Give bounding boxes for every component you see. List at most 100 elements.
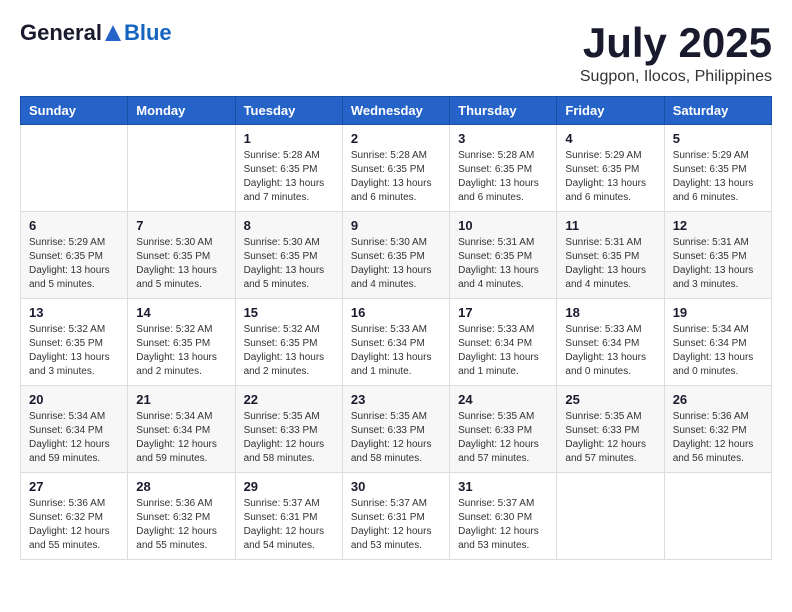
calendar-week-row: 1 Sunrise: 5:28 AM Sunset: 6:35 PM Daylig…	[21, 125, 772, 212]
day-number: 6	[29, 218, 119, 233]
calendar-cell: 3 Sunrise: 5:28 AM Sunset: 6:35 PM Daylig…	[450, 125, 557, 212]
calendar-cell: 2 Sunrise: 5:28 AM Sunset: 6:35 PM Daylig…	[342, 125, 449, 212]
day-info: Sunrise: 5:34 AM Sunset: 6:34 PM Dayligh…	[673, 323, 763, 379]
calendar-cell: 4 Sunrise: 5:29 AM Sunset: 6:35 PM Daylig…	[557, 125, 664, 212]
calendar-table: SundayMondayTuesdayWednesdayThursdayFrid…	[20, 96, 772, 560]
day-info: Sunrise: 5:28 AM Sunset: 6:35 PM Dayligh…	[458, 149, 548, 205]
day-number: 18	[565, 305, 655, 320]
calendar-cell: 26 Sunrise: 5:36 AM Sunset: 6:32 PM Dayli…	[664, 386, 771, 473]
day-number: 5	[673, 131, 763, 146]
day-info: Sunrise: 5:34 AM Sunset: 6:34 PM Dayligh…	[29, 410, 119, 466]
day-number: 30	[351, 479, 441, 494]
calendar-cell	[664, 473, 771, 560]
day-number: 19	[673, 305, 763, 320]
day-number: 25	[565, 392, 655, 407]
day-number: 22	[244, 392, 334, 407]
day-info: Sunrise: 5:34 AM Sunset: 6:34 PM Dayligh…	[136, 410, 226, 466]
day-number: 1	[244, 131, 334, 146]
calendar-cell: 20 Sunrise: 5:34 AM Sunset: 6:34 PM Dayli…	[21, 386, 128, 473]
day-info: Sunrise: 5:36 AM Sunset: 6:32 PM Dayligh…	[673, 410, 763, 466]
logo-blue-text: Blue	[124, 20, 172, 46]
calendar-cell: 21 Sunrise: 5:34 AM Sunset: 6:34 PM Dayli…	[128, 386, 235, 473]
calendar-cell: 28Sunrise: 5:36 AM Sunset: 6:32 PM Dayli…	[128, 473, 235, 560]
day-number: 3	[458, 131, 548, 146]
calendar-cell: 27 Sunrise: 5:36 AM Sunset: 6:32 PM Dayli…	[21, 473, 128, 560]
day-info: Sunrise: 5:35 AM Sunset: 6:33 PM Dayligh…	[565, 410, 655, 466]
day-number: 31	[458, 479, 548, 494]
day-number: 23	[351, 392, 441, 407]
day-info: Sunrise: 5:30 AM Sunset: 6:35 PM Dayligh…	[351, 236, 441, 292]
day-number: 26	[673, 392, 763, 407]
day-number: 29	[244, 479, 334, 494]
day-info: Sunrise: 5:33 AM Sunset: 6:34 PM Dayligh…	[351, 323, 441, 379]
calendar-cell: 6Sunrise: 5:29 AM Sunset: 6:35 PM Daylig…	[21, 212, 128, 299]
calendar-cell	[557, 473, 664, 560]
calendar-week-row: 20 Sunrise: 5:34 AM Sunset: 6:34 PM Dayli…	[21, 386, 772, 473]
day-number: 7	[136, 218, 226, 233]
day-info: Sunrise: 5:30 AM Sunset: 6:35 PM Dayligh…	[244, 236, 334, 292]
day-number: 9	[351, 218, 441, 233]
day-number: 2	[351, 131, 441, 146]
day-info: Sunrise: 5:33 AM Sunset: 6:34 PM Dayligh…	[565, 323, 655, 379]
day-info: Sunrise: 5:35 AM Sunset: 6:33 PM Dayligh…	[244, 410, 334, 466]
page-header: General Blue July 2025 Sugpon, Ilocos, P…	[20, 20, 772, 86]
day-number: 14	[136, 305, 226, 320]
calendar-cell: 9 Sunrise: 5:30 AM Sunset: 6:35 PM Daylig…	[342, 212, 449, 299]
logo-general-text: General	[20, 20, 102, 46]
day-number: 24	[458, 392, 548, 407]
weekday-header-row: SundayMondayTuesdayWednesdayThursdayFrid…	[21, 97, 772, 125]
day-info: Sunrise: 5:33 AM Sunset: 6:34 PM Dayligh…	[458, 323, 548, 379]
day-info: Sunrise: 5:28 AM Sunset: 6:35 PM Dayligh…	[244, 149, 334, 205]
calendar-cell: 29Sunrise: 5:37 AM Sunset: 6:31 PM Dayli…	[235, 473, 342, 560]
day-number: 27	[29, 479, 119, 494]
day-number: 20	[29, 392, 119, 407]
day-info: Sunrise: 5:36 AM Sunset: 6:32 PM Dayligh…	[29, 497, 119, 553]
day-number: 21	[136, 392, 226, 407]
title-area: July 2025 Sugpon, Ilocos, Philippines	[580, 20, 772, 86]
weekday-header-thursday: Thursday	[450, 97, 557, 125]
day-info: Sunrise: 5:29 AM Sunset: 6:35 PM Dayligh…	[673, 149, 763, 205]
logo: General Blue	[20, 20, 172, 46]
calendar-week-row: 6Sunrise: 5:29 AM Sunset: 6:35 PM Daylig…	[21, 212, 772, 299]
day-number: 4	[565, 131, 655, 146]
day-info: Sunrise: 5:35 AM Sunset: 6:33 PM Dayligh…	[458, 410, 548, 466]
day-number: 15	[244, 305, 334, 320]
weekday-header-saturday: Saturday	[664, 97, 771, 125]
weekday-header-monday: Monday	[128, 97, 235, 125]
day-info: Sunrise: 5:32 AM Sunset: 6:35 PM Dayligh…	[136, 323, 226, 379]
calendar-cell: 13Sunrise: 5:32 AM Sunset: 6:35 PM Dayli…	[21, 299, 128, 386]
calendar-cell: 18 Sunrise: 5:33 AM Sunset: 6:34 PM Dayli…	[557, 299, 664, 386]
calendar-cell: 8Sunrise: 5:30 AM Sunset: 6:35 PM Daylig…	[235, 212, 342, 299]
calendar-cell: 24 Sunrise: 5:35 AM Sunset: 6:33 PM Dayli…	[450, 386, 557, 473]
day-info: Sunrise: 5:31 AM Sunset: 6:35 PM Dayligh…	[458, 236, 548, 292]
calendar-cell: 22 Sunrise: 5:35 AM Sunset: 6:33 PM Dayli…	[235, 386, 342, 473]
calendar-cell: 19 Sunrise: 5:34 AM Sunset: 6:34 PM Dayli…	[664, 299, 771, 386]
day-number: 13	[29, 305, 119, 320]
calendar-cell: 16 Sunrise: 5:33 AM Sunset: 6:34 PM Dayli…	[342, 299, 449, 386]
day-info: Sunrise: 5:37 AM Sunset: 6:30 PM Dayligh…	[458, 497, 548, 553]
day-info: Sunrise: 5:29 AM Sunset: 6:35 PM Dayligh…	[565, 149, 655, 205]
month-title: July 2025	[580, 20, 772, 66]
day-number: 12	[673, 218, 763, 233]
day-info: Sunrise: 5:35 AM Sunset: 6:33 PM Dayligh…	[351, 410, 441, 466]
calendar-cell	[128, 125, 235, 212]
location-title: Sugpon, Ilocos, Philippines	[580, 68, 772, 86]
day-info: Sunrise: 5:36 AM Sunset: 6:32 PM Dayligh…	[136, 497, 226, 553]
calendar-cell: 30 Sunrise: 5:37 AM Sunset: 6:31 PM Dayli…	[342, 473, 449, 560]
calendar-cell: 5 Sunrise: 5:29 AM Sunset: 6:35 PM Daylig…	[664, 125, 771, 212]
day-info: Sunrise: 5:37 AM Sunset: 6:31 PM Dayligh…	[351, 497, 441, 553]
day-number: 10	[458, 218, 548, 233]
day-info: Sunrise: 5:31 AM Sunset: 6:35 PM Dayligh…	[565, 236, 655, 292]
calendar-cell: 12Sunrise: 5:31 AM Sunset: 6:35 PM Dayli…	[664, 212, 771, 299]
calendar-cell: 10 Sunrise: 5:31 AM Sunset: 6:35 PM Dayli…	[450, 212, 557, 299]
calendar-cell: 23 Sunrise: 5:35 AM Sunset: 6:33 PM Dayli…	[342, 386, 449, 473]
weekday-header-tuesday: Tuesday	[235, 97, 342, 125]
calendar-cell: 7Sunrise: 5:30 AM Sunset: 6:35 PM Daylig…	[128, 212, 235, 299]
calendar-cell: 25 Sunrise: 5:35 AM Sunset: 6:33 PM Dayli…	[557, 386, 664, 473]
day-number: 16	[351, 305, 441, 320]
weekday-header-wednesday: Wednesday	[342, 97, 449, 125]
calendar-week-row: 13 Sunrise: 5:32 AM Sunset: 6:35 PM Dayli…	[21, 299, 772, 386]
calendar-cell: 11Sunrise: 5:31 AM Sunset: 6:35 PM Dayli…	[557, 212, 664, 299]
day-number: 17	[458, 305, 548, 320]
day-info: Sunrise: 5:28 AM Sunset: 6:35 PM Dayligh…	[351, 149, 441, 205]
